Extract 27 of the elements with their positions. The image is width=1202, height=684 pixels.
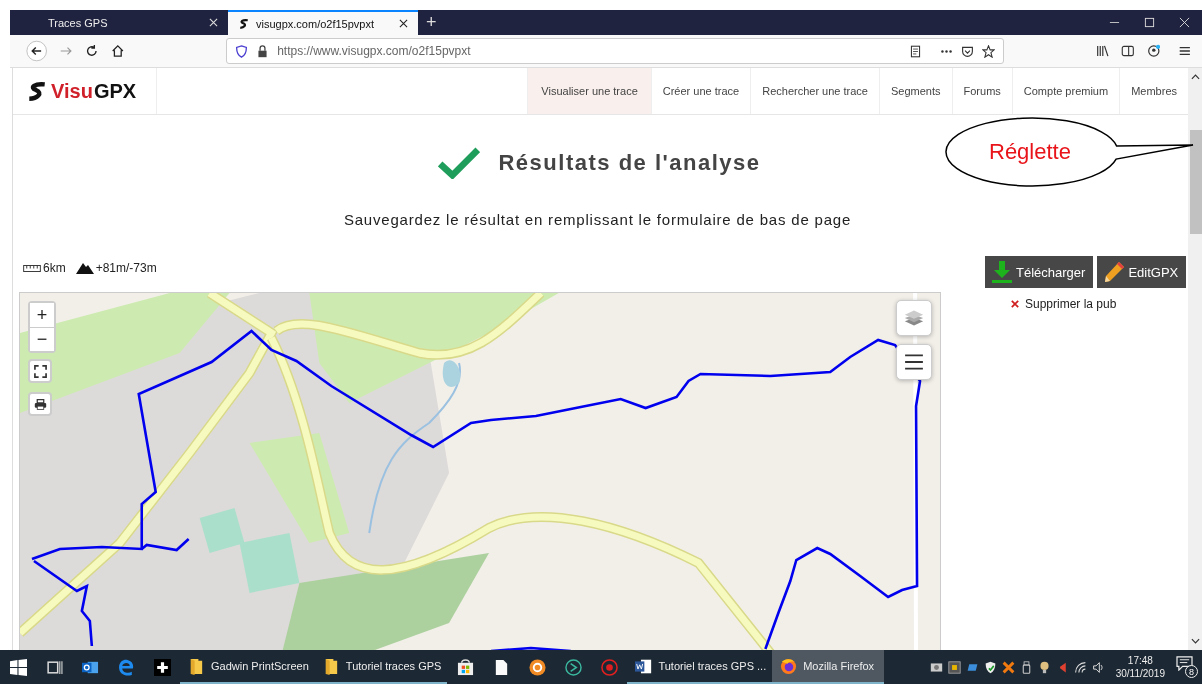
nav-link[interactable]: Visualiser une trace — [527, 68, 651, 114]
page-heading: Résultats de l'analyse — [498, 150, 761, 176]
nav-link[interactable]: Compte premium — [1011, 68, 1120, 114]
taskbar-app-button[interactable]: Gadwin PrintScreen — [180, 650, 315, 684]
nav-link[interactable]: Rechercher une trace — [750, 68, 879, 114]
browser-tab[interactable]: visugpx.com/o2f15pvpxt — [228, 10, 418, 35]
address-bar[interactable]: https://www.visugpx.com/o2f15pvpxt — [226, 38, 1004, 64]
url-text: https://www.visugpx.com/o2f15pvpxt — [277, 44, 471, 58]
callout-text: Réglette — [989, 139, 1071, 165]
distance-text: 6km — [43, 261, 66, 275]
zoom-out-button[interactable]: − — [30, 327, 54, 351]
remove-ads-link[interactable]: Supprimer la pub — [1025, 297, 1117, 311]
notification-count: 8 — [1185, 665, 1198, 678]
clock-date[interactable]: 30/11/2019 — [1115, 667, 1165, 680]
browser-tab[interactable]: Traces GPS — [38, 10, 228, 35]
taskbar-app-button[interactable]: Tutoriel traces GPS — [314, 650, 448, 684]
action-button[interactable]: EditGPX — [1097, 256, 1187, 288]
nav-link[interactable]: Forums — [951, 68, 1012, 114]
nav-link[interactable]: Créer une trace — [650, 68, 751, 114]
nav-link[interactable]: Segments — [879, 68, 952, 114]
taskbar-app-button[interactable]: Mozilla Firefox — [772, 650, 885, 684]
new-tab-button[interactable]: + — [418, 10, 445, 35]
site-logo[interactable]: VisuGPX — [13, 68, 157, 114]
elevation-text: +81m/-73m — [95, 261, 157, 275]
page-subheading: Sauvegardez le résultat en remplissant le formulaire de bas de page — [342, 211, 853, 228]
clock-time[interactable]: 17:48 — [1127, 654, 1153, 667]
action-button[interactable]: Télécharger — [985, 256, 1094, 288]
